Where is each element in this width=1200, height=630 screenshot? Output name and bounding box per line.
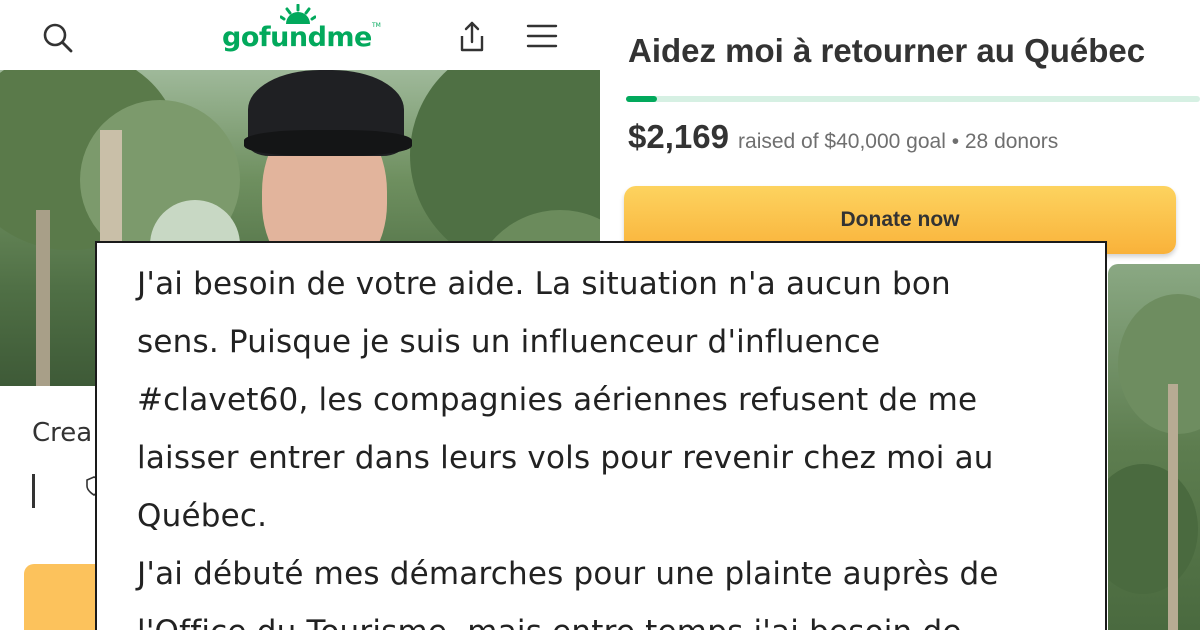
campaign-title: Aidez moi à retourner au Québec xyxy=(628,32,1146,69)
story-line: laisser entrer dans leurs vols pour reve… xyxy=(137,440,994,476)
top-navigation-bar: gofundme TM xyxy=(0,0,600,70)
campaign-story: J'ai besoin de votre aide. La situation … xyxy=(137,255,1077,630)
person-cap-brim xyxy=(244,130,412,156)
story-line: Québec. xyxy=(137,498,268,534)
search-button[interactable] xyxy=(36,16,80,60)
goal-and-donors: raised of $40,000 goal • 28 donors xyxy=(738,130,1059,153)
sun-logo-icon xyxy=(280,4,316,24)
menu-icon xyxy=(526,24,558,48)
menu-button[interactable] xyxy=(520,14,564,58)
campaign-photo-partial xyxy=(1108,264,1200,630)
palm-trunk xyxy=(36,210,50,386)
story-line: l'Office du Tourisme, mais entre temps j… xyxy=(137,603,1077,630)
share-button[interactable] xyxy=(450,14,494,58)
story-line: sens. Puisque je suis un influenceur d'i… xyxy=(137,324,881,360)
story-line: J'ai besoin de votre aide. La situation … xyxy=(137,266,951,302)
search-icon xyxy=(43,23,73,53)
divider xyxy=(32,474,35,508)
campaign-story-overlay: J'ai besoin de votre aide. La situation … xyxy=(95,241,1107,630)
story-line: #clavet60, les compagnies aériennes refu… xyxy=(137,382,978,418)
creator-label-partial: Crea xyxy=(32,418,93,448)
share-icon xyxy=(460,21,484,52)
progress-fill xyxy=(626,96,657,102)
fundraising-stats: $2,169 raised of $40,000 goal • 28 donor… xyxy=(628,118,1058,156)
gofundme-logo[interactable]: gofundme TM xyxy=(222,4,382,62)
palm-trunk xyxy=(1168,384,1178,630)
story-line: J'ai débuté mes démarches pour une plain… xyxy=(137,556,999,592)
progress-bar xyxy=(626,96,1200,102)
logo-wordmark: gofundme xyxy=(222,22,372,53)
raised-amount: $2,169 xyxy=(628,118,729,155)
logo-trademark: TM xyxy=(372,22,381,29)
foliage xyxy=(1108,464,1198,594)
foliage xyxy=(1118,294,1200,434)
